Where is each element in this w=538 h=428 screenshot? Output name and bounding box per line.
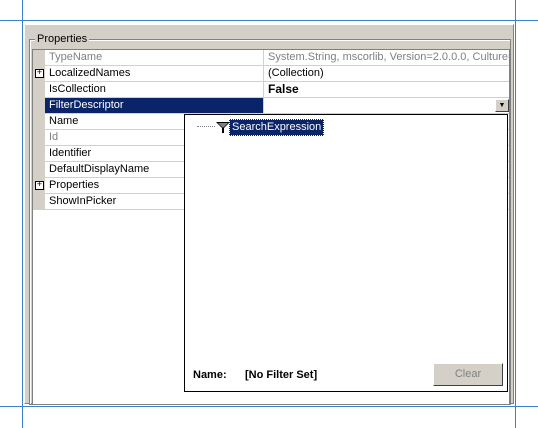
expand-icon[interactable]: +	[35, 69, 44, 78]
row-gutter	[33, 50, 45, 66]
dropdown-arrow-button[interactable]: ▼	[495, 99, 509, 112]
property-name[interactable]: TypeName	[45, 50, 264, 66]
property-row-filterdescriptor[interactable]: FilterDescriptor ▼	[33, 98, 509, 114]
row-gutter	[33, 114, 45, 130]
row-gutter	[33, 146, 45, 162]
property-name[interactable]: FilterDescriptor	[45, 98, 264, 114]
guide-line-top	[0, 20, 538, 21]
property-value[interactable]: (Collection)	[264, 66, 509, 82]
row-gutter	[33, 162, 45, 178]
property-value[interactable]: False	[264, 82, 509, 98]
row-gutter: +	[33, 66, 45, 82]
row-gutter	[33, 194, 45, 210]
property-row-localizednames[interactable]: + LocalizedNames (Collection)	[33, 66, 509, 82]
tree-item-label: SearchExpression	[229, 119, 325, 136]
row-gutter: +	[33, 178, 45, 194]
row-gutter	[33, 98, 45, 114]
property-row-typename[interactable]: TypeName System.String, mscorlib, Version…	[33, 50, 509, 66]
guide-line-right	[515, 0, 516, 428]
clear-button[interactable]: Clear	[433, 363, 503, 386]
property-name[interactable]: IsCollection	[45, 82, 264, 98]
property-value[interactable]	[264, 98, 509, 114]
guide-line-left	[22, 0, 23, 428]
filter-name-label: Name:	[193, 369, 227, 381]
property-row-iscollection[interactable]: IsCollection False	[33, 82, 509, 98]
property-name[interactable]: LocalizedNames	[45, 66, 264, 82]
filter-descriptor-dropdown: SearchExpression Name: [No Filter Set] C…	[184, 114, 508, 392]
filter-footer: Name: [No Filter Set] Clear	[185, 353, 507, 391]
filter-name-value: [No Filter Set]	[245, 369, 318, 381]
properties-group-label: Properties	[35, 33, 90, 45]
property-value[interactable]: System.String, mscorlib, Version=2.0.0.0…	[264, 50, 509, 66]
expand-icon[interactable]: +	[35, 181, 44, 190]
row-gutter	[33, 82, 45, 98]
filter-tree: SearchExpression	[185, 115, 507, 354]
guide-line-bottom	[0, 406, 538, 407]
row-gutter	[33, 130, 45, 146]
tree-connector	[197, 126, 215, 127]
